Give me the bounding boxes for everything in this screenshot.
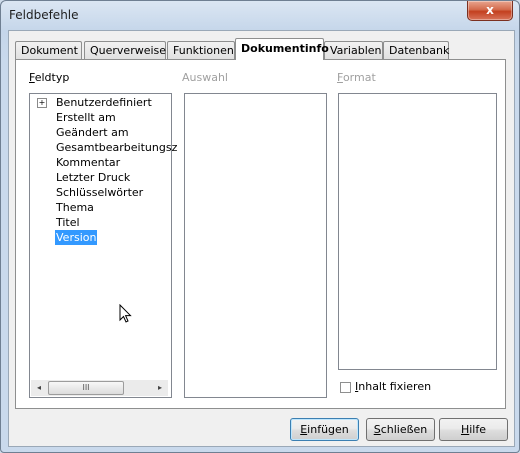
help-button-label-rest: ilfe (469, 423, 487, 436)
feldtyp-label: Feldtyp (29, 71, 69, 84)
tab-datenbank[interactable]: Datenbank (383, 41, 449, 59)
inhalt-fixieren-label-rest: nhalt fixieren (358, 380, 432, 393)
list-item[interactable]: Gesamtbearbeitungsz (56, 140, 177, 155)
list-item-selected[interactable]: Version (55, 230, 98, 245)
expand-icon[interactable]: + (37, 98, 47, 108)
tab-variablen[interactable]: Variablen (324, 41, 383, 59)
format-label-rest: ormat (342, 71, 376, 84)
format-list[interactable] (338, 93, 497, 370)
help-mnemonic: H (460, 423, 470, 436)
close-mnemonic: S (373, 423, 381, 436)
close-icon[interactable]: x (467, 1, 513, 21)
scroll-left-icon[interactable]: ◂ (33, 382, 45, 394)
auswahl-label: Auswahl (182, 71, 228, 84)
close-button-label-rest: chließen (380, 423, 428, 436)
tab-dokument[interactable]: Dokument (15, 41, 82, 59)
mouse-cursor-icon (119, 304, 132, 323)
scrollbar-thumb[interactable]: III (48, 381, 124, 395)
dialog-client-area: Dokument Querverweise Funktionen Dokumen… (8, 30, 515, 447)
help-button[interactable]: Hilfe (439, 418, 508, 441)
close-button[interactable]: Schließen (366, 418, 435, 441)
title-bar[interactable]: Feldbefehle x (1, 1, 519, 29)
tab-dokumentinfo[interactable]: Dokumentinfo (235, 38, 329, 60)
inhalt-fixieren-checkbox[interactable] (340, 382, 351, 393)
window-title: Feldbefehle (9, 8, 79, 22)
insert-button[interactable]: Einfügen (290, 418, 359, 441)
feldtyp-label-rest: eldtyp (34, 71, 70, 84)
list-item[interactable]: Letzter Druck (56, 170, 130, 185)
horizontal-scrollbar[interactable]: ◂ III ▸ (31, 380, 168, 396)
list-item[interactable]: Geändert am (56, 125, 129, 140)
tab-funktionen[interactable]: Funktionen (167, 41, 235, 59)
list-item[interactable]: Thema (56, 200, 94, 215)
dialog-window: Feldbefehle x Dokument Querverweise Funk… (0, 0, 520, 453)
list-item[interactable]: Kommentar (56, 155, 120, 170)
format-label: Format (337, 71, 376, 84)
auswahl-list[interactable] (184, 93, 327, 398)
list-item[interactable]: Erstellt am (56, 110, 116, 125)
list-item[interactable]: Schlüsselwörter (56, 185, 143, 200)
inhalt-fixieren-label: Inhalt fixieren (355, 380, 431, 393)
list-item[interactable]: Titel (56, 215, 80, 230)
tab-panel-dokumentinfo: Feldtyp Auswahl Format + Benutzerdefinie… (15, 59, 506, 409)
scroll-right-icon[interactable]: ▸ (154, 382, 166, 394)
list-item[interactable]: Benutzerdefiniert (56, 95, 152, 110)
insert-button-label-rest: infügen (307, 423, 349, 436)
feldtyp-list[interactable]: + Benutzerdefiniert Erstellt am Geändert… (29, 93, 177, 398)
tab-querverweise[interactable]: Querverweise (84, 41, 166, 59)
